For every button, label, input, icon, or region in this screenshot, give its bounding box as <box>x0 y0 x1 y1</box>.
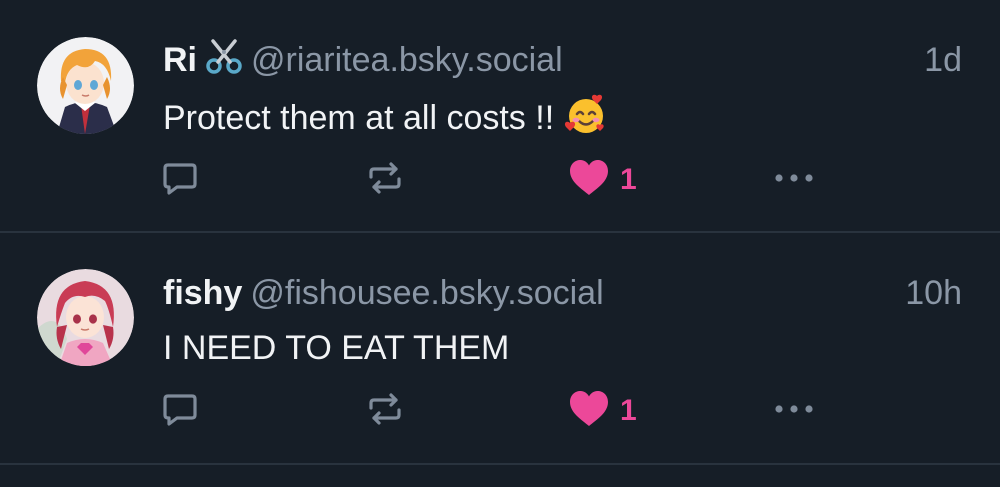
like-button[interactable]: 1 <box>568 155 637 205</box>
feed-post[interactable]: fishy @fishousee.bsky.social 10h I NEED T… <box>0 233 1000 464</box>
post-feed: Ri @riaritea.bsky.social 1d Protect them… <box>0 0 1000 487</box>
more-options-button[interactable] <box>772 155 816 205</box>
feed-post[interactable]: Ri @riaritea.bsky.social 1d Protect them… <box>0 0 1000 232</box>
repost-icon <box>365 389 405 434</box>
reply-button[interactable] <box>160 386 200 436</box>
post-actions: 1 <box>0 155 1000 205</box>
post-header: fishy @fishousee.bsky.social 10h <box>163 271 962 315</box>
more-options-button[interactable] <box>772 386 816 436</box>
repost-icon <box>365 158 405 203</box>
avatar[interactable] <box>37 37 134 134</box>
post-text-content: I NEED TO EAT THEM <box>163 329 510 367</box>
repost-button[interactable] <box>365 155 405 205</box>
heart-filled-icon <box>568 158 610 203</box>
reply-button[interactable] <box>160 155 200 205</box>
display-name[interactable]: Ri <box>163 41 197 79</box>
reply-bubble-icon <box>160 389 200 434</box>
like-button[interactable]: 1 <box>568 386 637 436</box>
heart-filled-icon <box>568 389 610 434</box>
scissors-icon <box>205 38 243 87</box>
like-count: 1 <box>620 163 637 196</box>
repost-button[interactable] <box>365 386 405 436</box>
post-divider <box>0 463 1000 465</box>
post-timestamp[interactable]: 10h <box>905 271 962 315</box>
post-text: I NEED TO EAT THEM <box>163 326 509 370</box>
ellipsis-icon <box>772 389 816 434</box>
smiling-face-with-hearts-icon <box>564 93 608 148</box>
like-count: 1 <box>620 394 637 427</box>
user-handle[interactable]: @fishousee.bsky.social <box>250 274 603 312</box>
post-text-content: Protect them at all costs !! <box>163 99 555 137</box>
avatar[interactable] <box>37 269 134 366</box>
reply-bubble-icon <box>160 158 200 203</box>
post-text: Protect them at all costs !! <box>163 93 608 148</box>
display-name[interactable]: fishy <box>163 274 242 312</box>
ellipsis-icon <box>772 158 816 203</box>
post-actions: 1 <box>0 386 1000 436</box>
user-handle[interactable]: @riaritea.bsky.social <box>251 41 563 79</box>
post-timestamp[interactable]: 1d <box>924 38 962 82</box>
post-header: Ri @riaritea.bsky.social 1d <box>163 38 962 82</box>
